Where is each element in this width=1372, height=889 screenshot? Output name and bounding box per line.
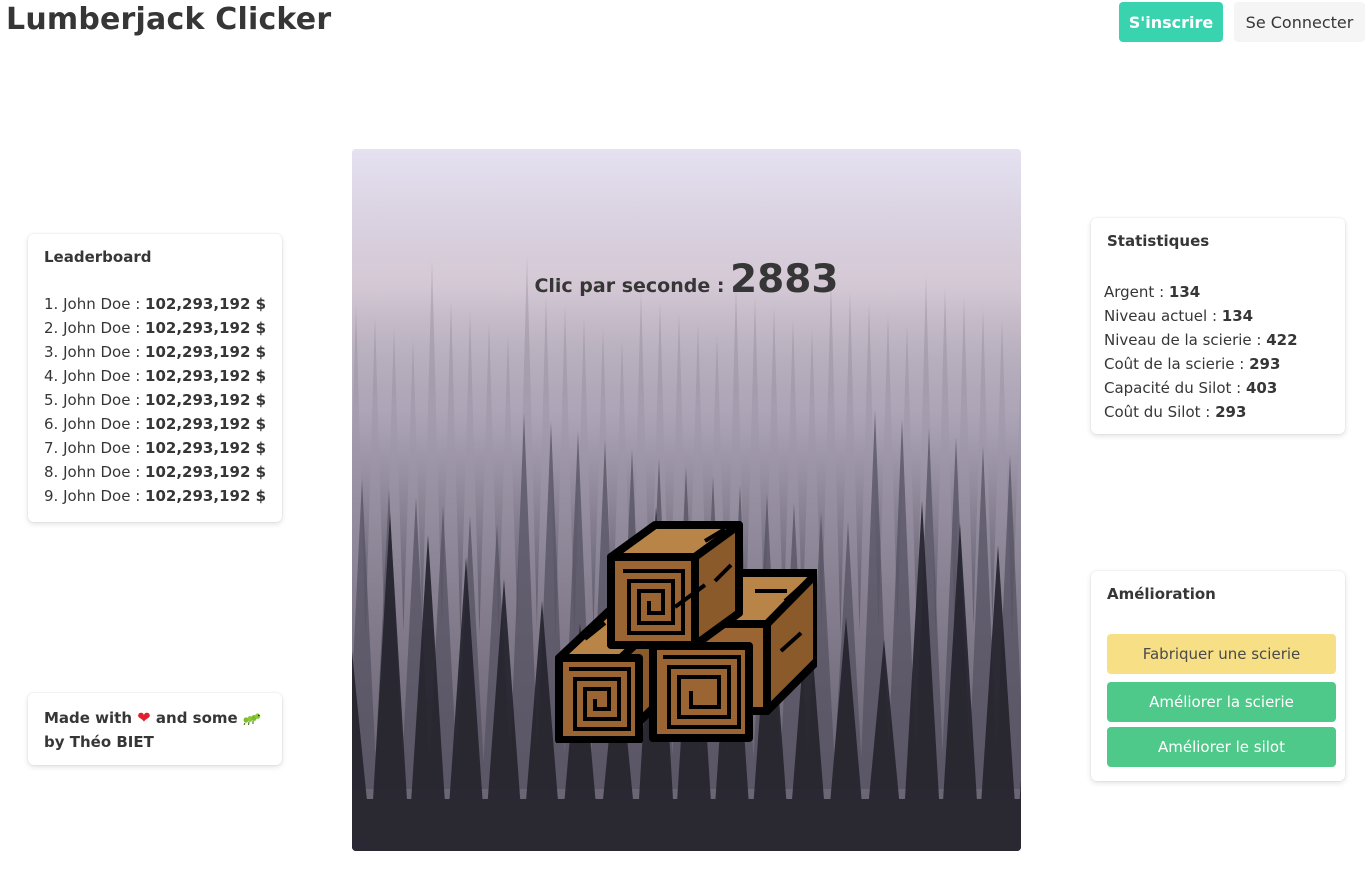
statistic-item: Niveau de la scierie : 422 bbox=[1104, 328, 1329, 352]
statistic-value: 403 bbox=[1246, 379, 1278, 397]
statistic-item: Argent : 134 bbox=[1104, 280, 1329, 304]
upgrade-card: Amélioration Fabriquer une scierie Améli… bbox=[1091, 571, 1345, 781]
leaderboard-player: John Doe : bbox=[63, 487, 141, 505]
leaderboard-player: John Doe : bbox=[63, 367, 141, 385]
leaderboard-entry: 2. John Doe : 102,293,192 $ bbox=[44, 316, 266, 340]
leaderboard-score: 102,293,192 $ bbox=[145, 391, 267, 409]
cps-label: Clic par seconde : bbox=[534, 275, 725, 297]
upgrade-silo-button[interactable]: Améliorer le silot bbox=[1107, 727, 1336, 767]
leaderboard-player: John Doe : bbox=[63, 439, 141, 457]
leaderboard-card: Leaderboard 1. John Doe : 102,293,192 $2… bbox=[28, 234, 282, 522]
leaderboard-score: 102,293,192 $ bbox=[145, 415, 267, 433]
upgrade-title: Amélioration bbox=[1107, 585, 1216, 603]
credits-line-2: by Théo BIET bbox=[44, 733, 154, 751]
statistic-item: Niveau actuel : 134 bbox=[1104, 304, 1329, 328]
leaderboard-score: 102,293,192 $ bbox=[145, 343, 267, 361]
signup-button[interactable]: S'inscrire bbox=[1119, 2, 1223, 42]
credits-prefix: Made with bbox=[44, 709, 133, 727]
leaderboard-entry: 6. John Doe : 102,293,192 $ bbox=[44, 412, 266, 436]
statistic-value: 134 bbox=[1168, 283, 1201, 301]
leaderboard-score: 102,293,192 $ bbox=[145, 439, 267, 457]
leaderboard-rank: 9. bbox=[44, 487, 59, 505]
statistic-item: Capacité du Silot : 403 bbox=[1104, 376, 1329, 400]
leaderboard-player: John Doe : bbox=[63, 319, 141, 337]
credits-card: Made with ❤ and some by Théo BIET bbox=[28, 693, 282, 765]
leaderboard-entry: 5. John Doe : 102,293,192 $ bbox=[44, 388, 266, 412]
statistic-value: 293 bbox=[1249, 355, 1281, 373]
leaderboard-rank: 3. bbox=[44, 343, 59, 361]
leaderboard-entry: 4. John Doe : 102,293,192 $ bbox=[44, 364, 266, 388]
bug-icon bbox=[243, 713, 261, 725]
game-area: Clic par seconde : 2883 bbox=[352, 149, 1021, 851]
statistic-label: Niveau actuel : bbox=[1104, 307, 1218, 325]
statistic-label: Coût de la scierie : bbox=[1104, 355, 1245, 373]
leaderboard-rank: 1. bbox=[44, 295, 59, 313]
heart-icon: ❤ bbox=[137, 708, 151, 727]
statistic-value: 293 bbox=[1215, 403, 1247, 421]
statistic-value: 134 bbox=[1221, 307, 1254, 325]
login-button[interactable]: Se Connecter bbox=[1234, 2, 1365, 42]
leaderboard-player: John Doe : bbox=[63, 391, 141, 409]
credits-middle: and some bbox=[155, 709, 238, 727]
leaderboard-rank: 2. bbox=[44, 319, 59, 337]
clicks-per-second: Clic par seconde : 2883 bbox=[352, 257, 1021, 302]
leaderboard-entry: 8. John Doe : 102,293,192 $ bbox=[44, 460, 266, 484]
leaderboard-rank: 7. bbox=[44, 439, 59, 457]
leaderboard-score: 102,293,192 $ bbox=[145, 367, 267, 385]
cps-value: 2883 bbox=[730, 257, 839, 302]
statistics-card: Statistiques Argent : 134 Niveau actuel :… bbox=[1091, 218, 1345, 434]
leaderboard-player: John Doe : bbox=[63, 343, 141, 361]
leaderboard-score: 102,293,192 $ bbox=[145, 487, 267, 505]
leaderboard-entry: 3. John Doe : 102,293,192 $ bbox=[44, 340, 266, 364]
statistics-list: Argent : 134 Niveau actuel : 134 Niveau de… bbox=[1104, 280, 1329, 424]
statistic-item: Coût du Silot : 293 bbox=[1104, 400, 1329, 424]
statistic-label: Argent : bbox=[1104, 283, 1165, 301]
statistic-label: Coût du Silot : bbox=[1104, 403, 1211, 421]
statistic-label: Niveau de la scierie : bbox=[1104, 331, 1262, 349]
credits-line-1: Made with ❤ and some bbox=[44, 706, 266, 730]
leaderboard-list: 1. John Doe : 102,293,192 $2. John Doe :… bbox=[44, 292, 266, 508]
leaderboard-rank: 4. bbox=[44, 367, 59, 385]
leaderboard-score: 102,293,192 $ bbox=[145, 295, 267, 313]
leaderboard-entry: 1. John Doe : 102,293,192 $ bbox=[44, 292, 266, 316]
leaderboard-player: John Doe : bbox=[63, 295, 141, 313]
statistic-value: 422 bbox=[1266, 331, 1298, 349]
leaderboard-score: 102,293,192 $ bbox=[145, 463, 267, 481]
statistics-title: Statistiques bbox=[1107, 232, 1210, 250]
forest-background bbox=[352, 149, 1021, 851]
leaderboard-score: 102,293,192 $ bbox=[145, 319, 267, 337]
leaderboard-rank: 6. bbox=[44, 415, 59, 433]
leaderboard-player: John Doe : bbox=[63, 463, 141, 481]
upgrade-sawmill-button[interactable]: Améliorer la scierie bbox=[1107, 682, 1336, 722]
leaderboard-entry: 9. John Doe : 102,293,192 $ bbox=[44, 484, 266, 508]
leaderboard-rank: 8. bbox=[44, 463, 59, 481]
statistic-item: Coût de la scierie : 293 bbox=[1104, 352, 1329, 376]
leaderboard-player: John Doe : bbox=[63, 415, 141, 433]
build-sawmill-button[interactable]: Fabriquer une scierie bbox=[1107, 634, 1336, 674]
leaderboard-rank: 5. bbox=[44, 391, 59, 409]
leaderboard-title: Leaderboard bbox=[44, 248, 152, 266]
statistic-label: Capacité du Silot : bbox=[1104, 379, 1242, 397]
wood-logs-icon[interactable] bbox=[555, 521, 817, 743]
leaderboard-entry: 7. John Doe : 102,293,192 $ bbox=[44, 436, 266, 460]
page-title: Lumberjack Clicker bbox=[6, 2, 332, 37]
